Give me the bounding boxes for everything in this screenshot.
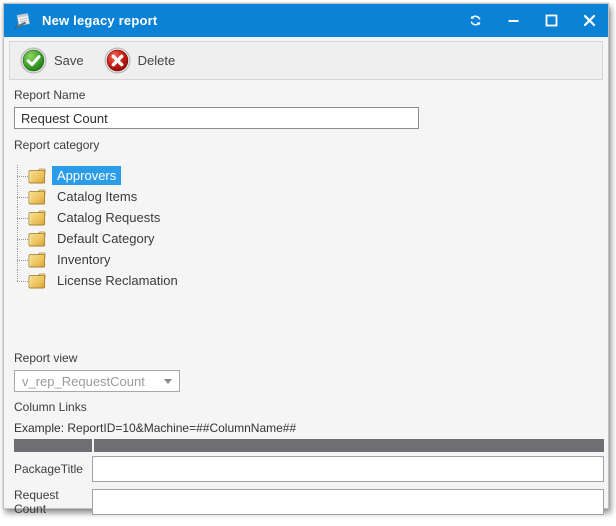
- column-row-label: Request Count: [14, 488, 92, 516]
- packagetitle-link-input[interactable]: [92, 456, 604, 482]
- column-row-label: PackageTitle: [14, 462, 92, 476]
- save-label: Save: [54, 53, 84, 68]
- maximize-button[interactable]: [544, 14, 558, 28]
- tree-item-default-category[interactable]: Default Category: [14, 228, 602, 249]
- table-header: [14, 439, 604, 452]
- toolbar: Save Delete: [9, 41, 603, 80]
- column-links-table: PackageTitle Request Count: [14, 439, 604, 518]
- tree-item-catalog-items[interactable]: Catalog Items: [14, 186, 602, 207]
- refresh-icon: [469, 14, 482, 27]
- tree-connector-horizontal: [17, 176, 28, 177]
- table-header-cell-label: [14, 439, 92, 452]
- window-title: New legacy report: [42, 13, 468, 28]
- delete-label: Delete: [138, 53, 176, 68]
- tree-item-label: Catalog Requests: [52, 208, 165, 227]
- delete-x-icon: [104, 47, 131, 74]
- tree-item-label: Inventory: [52, 250, 115, 269]
- tree-item-catalog-requests[interactable]: Catalog Requests: [14, 207, 602, 228]
- titlebar: New legacy report: [4, 4, 608, 37]
- minimize-button[interactable]: [506, 14, 520, 28]
- report-view-dropdown[interactable]: v_rep_RequestCount: [14, 370, 180, 392]
- tree-item-label: Catalog Items: [52, 187, 142, 206]
- folder-icon: [28, 273, 47, 289]
- column-row-packagetitle: PackageTitle: [14, 452, 604, 485]
- category-tree: Approvers Catalog Items Catalog Requests De…: [14, 165, 602, 291]
- refresh-button[interactable]: [468, 14, 482, 28]
- tree-connector-horizontal: [17, 281, 28, 282]
- column-links-label: Column Links: [14, 400, 602, 414]
- report-view-value: v_rep_RequestCount: [22, 374, 164, 389]
- column-links-example: Example: ReportID=10&Machine=##ColumnNam…: [14, 421, 602, 435]
- report-name-input[interactable]: [14, 107, 419, 129]
- tree-connector-horizontal: [17, 239, 28, 240]
- tree-connector-horizontal: [17, 218, 28, 219]
- tree-connector-horizontal: [17, 260, 28, 261]
- tree-item-inventory[interactable]: Inventory: [14, 249, 602, 270]
- chevron-down-icon: [164, 379, 172, 384]
- spacer: [14, 291, 602, 351]
- form-content: Report Name Report category Approvers Cat…: [4, 80, 608, 518]
- table-header-cell-value: [94, 439, 604, 452]
- report-name-label: Report Name: [14, 88, 602, 102]
- save-check-icon: [20, 47, 47, 74]
- maximize-icon: [545, 14, 558, 27]
- tree-item-label: License Reclamation: [52, 271, 183, 290]
- report-category-label: Report category: [14, 138, 602, 152]
- save-button[interactable]: Save: [20, 47, 84, 74]
- request-count-link-input[interactable]: [92, 489, 604, 515]
- tree-item-license-reclamation[interactable]: License Reclamation: [14, 270, 602, 291]
- tree-connector-vertical: [17, 270, 18, 281]
- close-button[interactable]: [582, 14, 596, 28]
- delete-button[interactable]: Delete: [104, 47, 176, 74]
- report-view-label: Report view: [14, 351, 602, 365]
- folder-icon: [28, 231, 47, 247]
- close-icon: [583, 14, 596, 27]
- tree-item-label: Approvers: [52, 166, 121, 185]
- tree-item-label: Default Category: [52, 229, 160, 248]
- folder-icon: [28, 252, 47, 268]
- tree-item-approvers[interactable]: Approvers: [14, 165, 602, 186]
- folder-icon: [28, 189, 47, 205]
- table-rows: PackageTitle Request Count: [14, 452, 604, 518]
- tree-connector-horizontal: [17, 197, 28, 198]
- notepad-pen-icon: [14, 12, 33, 29]
- column-row-request-count: Request Count: [14, 485, 604, 518]
- folder-icon: [28, 168, 47, 184]
- folder-icon: [28, 210, 47, 226]
- minimize-icon: [507, 14, 520, 27]
- new-legacy-report-dialog: New legacy report: [3, 3, 609, 509]
